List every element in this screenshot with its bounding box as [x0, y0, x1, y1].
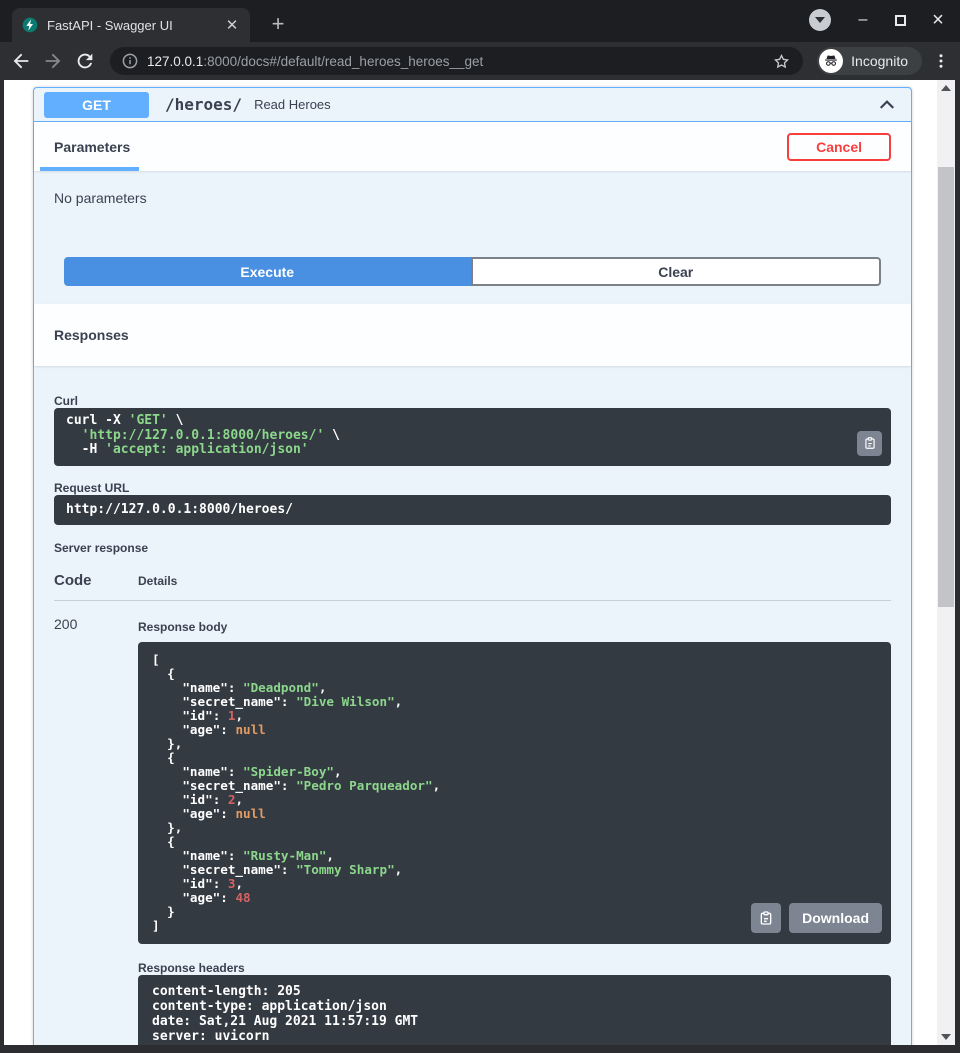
response-copy-button[interactable]	[751, 903, 781, 933]
responses-title: Responses	[54, 327, 129, 343]
page-scrollbar[interactable]	[937, 80, 955, 1045]
curl-copy-button[interactable]	[857, 431, 882, 456]
incognito-icon	[819, 49, 843, 73]
request-url-code: http://127.0.0.1:8000/heroes/	[54, 495, 891, 525]
collapse-chevron-icon[interactable]	[877, 95, 897, 115]
back-button[interactable]	[10, 50, 32, 72]
response-row-200: 200 Response body [ { "name": "Deadpond"…	[54, 614, 891, 1045]
clipboard-icon	[863, 436, 877, 450]
response-headers-label: Response headers	[138, 961, 891, 975]
incognito-badge: Incognito	[817, 47, 922, 75]
url-path: :8000/docs#/default/read_heroes_heroes__…	[203, 54, 483, 69]
endpoint-summary: Read Heroes	[254, 97, 331, 112]
scrollbar-thumb[interactable]	[938, 167, 954, 607]
caret-down-icon	[815, 17, 825, 23]
opblock-summary[interactable]: GET /heroes/ Read Heroes	[34, 88, 911, 122]
page-info-icon[interactable]	[122, 53, 138, 69]
request-url-label: Request URL	[54, 481, 891, 495]
tab-title: FastAPI - Swagger UI	[47, 18, 215, 33]
scrollbar-down-arrow[interactable]	[937, 1029, 955, 1045]
response-body-label: Response body	[138, 620, 891, 634]
swagger-page: GET /heroes/ Read Heroes Parameters Canc…	[4, 80, 955, 1045]
response-table-header: Code Details	[54, 572, 891, 601]
details-column-header: Details	[138, 574, 177, 588]
new-tab-button[interactable]: +	[264, 11, 292, 39]
opblock-get-heroes: GET /heroes/ Read Heroes Parameters Canc…	[33, 87, 912, 1045]
tab-search-button[interactable]	[809, 9, 831, 31]
status-code: 200	[54, 614, 138, 1045]
browser-toolbar: 127.0.0.1:8000/docs#/default/read_heroes…	[0, 42, 960, 80]
url-host: 127.0.0.1	[147, 54, 203, 69]
reload-button[interactable]	[74, 50, 96, 72]
responses-header: Responses	[34, 304, 911, 366]
url-text[interactable]: 127.0.0.1:8000/docs#/default/read_heroes…	[147, 54, 763, 69]
responses-body: Curl curl -X 'GET' \ 'http://127.0.0.1:8…	[34, 366, 911, 1045]
bookmark-star-icon[interactable]	[772, 52, 791, 71]
cancel-button[interactable]: Cancel	[787, 133, 891, 161]
clipboard-icon	[758, 910, 774, 926]
no-parameters-text: No parameters	[54, 190, 891, 206]
browser-titlebar: FastAPI - Swagger UI ✕ + – ×	[0, 0, 960, 42]
scrollbar-up-arrow[interactable]	[937, 80, 955, 96]
tab-close-icon[interactable]: ✕	[224, 18, 240, 33]
server-response-label: Server response	[54, 541, 891, 555]
url-bar[interactable]: 127.0.0.1:8000/docs#/default/read_heroes…	[110, 47, 803, 75]
parameters-body: No parameters Execute Clear	[34, 171, 911, 304]
window-minimize-button[interactable]: –	[855, 9, 871, 31]
incognito-label: Incognito	[851, 53, 908, 69]
code-column-header: Code	[54, 572, 138, 589]
response-headers-code: content-length: 205 content-type: applic…	[138, 975, 891, 1045]
endpoint-path: /heroes/	[165, 95, 242, 114]
active-tab-underline	[40, 167, 139, 171]
browser-menu-button[interactable]	[932, 52, 950, 70]
response-body-code: [ { "name": "Deadpond", "secret_name": "…	[138, 642, 891, 944]
clear-button[interactable]: Clear	[471, 257, 882, 286]
window-close-button[interactable]: ×	[930, 9, 946, 31]
browser-tab[interactable]: FastAPI - Swagger UI ✕	[12, 8, 250, 42]
parameters-header: Parameters Cancel	[34, 122, 911, 171]
curl-label: Curl	[54, 394, 891, 408]
tab-parameters[interactable]: Parameters	[54, 139, 130, 155]
http-method-badge: GET	[44, 92, 149, 118]
download-button[interactable]: Download	[789, 903, 882, 933]
curl-code: curl -X 'GET' \ 'http://127.0.0.1:8000/h…	[54, 408, 891, 466]
execute-button[interactable]: Execute	[64, 257, 471, 286]
fastapi-favicon-icon	[22, 17, 38, 33]
window-maximize-button[interactable]	[895, 15, 906, 26]
forward-button[interactable]	[42, 50, 64, 72]
